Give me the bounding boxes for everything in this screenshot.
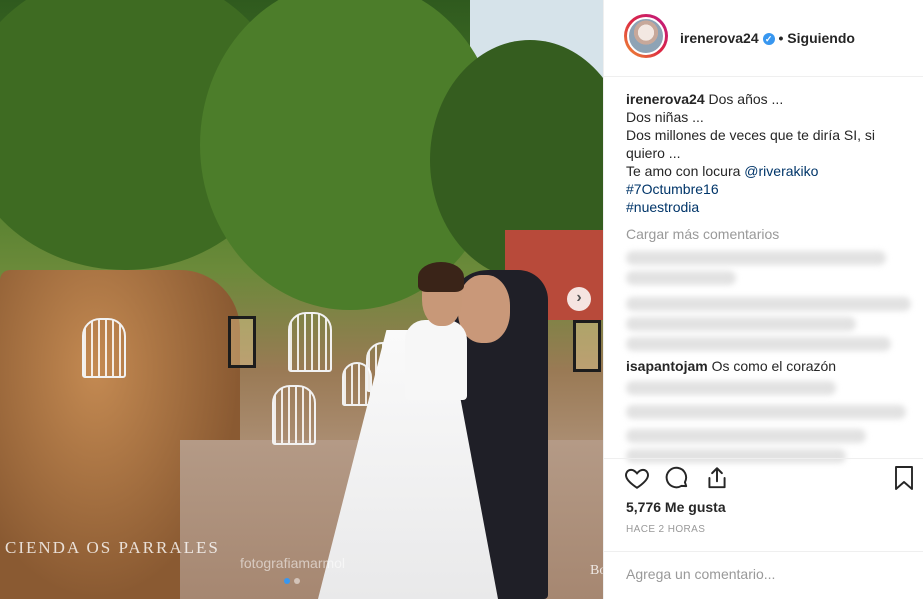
post-photo[interactable]: CIENDA OS PARRALES fotografiamarmol Bo ›	[0, 0, 603, 599]
header-user: irenerova24 ✓ • Siguiendo	[680, 30, 855, 46]
caption-line: Dos niñas ...	[626, 109, 704, 125]
caption-hashtag[interactable]: #7Octumbre16	[626, 180, 916, 198]
blurred-comments	[626, 381, 916, 463]
post-caption: irenerova24 Dos años ... Dos niñas ... D…	[626, 90, 916, 216]
share-icon[interactable]	[704, 465, 730, 496]
caption-hashtag[interactable]: #nuestrodia	[626, 198, 916, 216]
birdcage-lantern	[272, 385, 316, 445]
heart-icon[interactable]	[624, 465, 650, 496]
birdcage-lantern	[288, 312, 332, 372]
blurred-comment	[626, 251, 886, 265]
bookmark-icon[interactable]	[892, 465, 916, 496]
verified-icon: ✓	[762, 33, 775, 45]
blurred-comment	[626, 405, 906, 419]
carousel-dot-active	[284, 578, 290, 584]
comment-username[interactable]: isapantojam	[626, 358, 708, 374]
watermark-right: Bo	[590, 563, 603, 578]
comment-text: Os como el corazón	[711, 358, 837, 374]
caption-line: Te amo con locura	[626, 163, 741, 179]
street-lantern	[228, 316, 256, 368]
header-username[interactable]: irenerova24	[680, 30, 759, 46]
blurred-comment	[626, 381, 836, 395]
post-header: irenerova24 ✓ • Siguiendo	[604, 0, 923, 77]
blurred-comment	[626, 297, 911, 311]
add-comment-box	[604, 551, 923, 601]
caption-mention[interactable]: @riverakiko	[744, 163, 818, 179]
blurred-comment	[626, 271, 736, 285]
caption-username[interactable]: irenerova24	[626, 91, 705, 107]
load-more-comments[interactable]: Cargar más comentarios	[626, 225, 916, 243]
watermark-center: fotografiamarmol	[240, 555, 346, 571]
carousel-dots	[284, 578, 300, 584]
caption-line: Dos millones de veces que te diría SI, s…	[626, 127, 876, 161]
blurred-comment	[626, 429, 866, 443]
avatar-ring[interactable]	[624, 14, 668, 58]
like-count[interactable]: 5,776 Me gusta	[626, 499, 726, 515]
avatar[interactable]	[627, 17, 665, 55]
caption-line: Dos años ...	[708, 91, 784, 107]
follow-status-button[interactable]: Siguiendo	[787, 30, 855, 46]
blurred-comment	[626, 317, 856, 331]
comment-icon[interactable]	[664, 465, 690, 496]
action-icons	[624, 465, 730, 496]
post-timestamp[interactable]: HACE 2 HORAS	[626, 524, 705, 535]
comment-item: isapantojam Os como el corazón	[626, 357, 916, 375]
carousel-dot	[294, 578, 300, 584]
chevron-right-icon[interactable]: ›	[567, 287, 591, 311]
blurred-comment	[626, 337, 891, 351]
add-comment-input[interactable]	[626, 566, 896, 582]
post-panel: irenerova24 ✓ • Siguiendo irenerova24 Dos…	[603, 0, 923, 599]
watermark-left: CIENDA OS PARRALES	[5, 538, 220, 557]
photo-bride-hair	[418, 262, 464, 292]
header-separator: •	[778, 30, 784, 46]
blurred-comments	[626, 251, 916, 351]
comments-section: irenerova24 Dos años ... Dos niñas ... D…	[626, 90, 916, 469]
street-lantern	[573, 320, 601, 372]
birdcage-lantern	[82, 318, 126, 378]
photo-bride-top	[405, 320, 467, 400]
post-actions: 5,776 Me gusta HACE 2 HORAS	[604, 458, 923, 600]
